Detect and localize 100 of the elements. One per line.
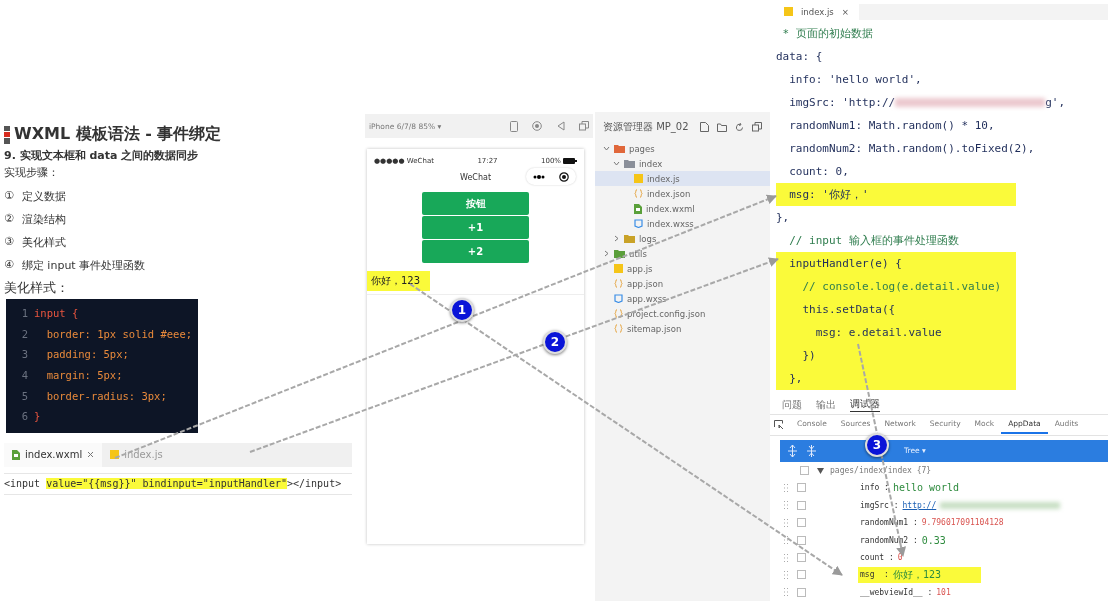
drag-handle-icon[interactable] bbox=[784, 501, 789, 510]
chevron-icon[interactable] bbox=[603, 145, 610, 152]
file-tree-item[interactable]: logs bbox=[595, 231, 770, 246]
code-line: * 页面的初始数据 bbox=[781, 25, 873, 42]
checkbox[interactable] bbox=[797, 500, 806, 510]
collapse-icon[interactable] bbox=[752, 122, 762, 132]
refresh-icon[interactable] bbox=[735, 122, 744, 132]
step-text: 美化样式 bbox=[21, 235, 66, 250]
phone-icon[interactable] bbox=[510, 120, 518, 132]
file-tree-item[interactable]: index bbox=[595, 156, 770, 171]
close-icon[interactable]: × bbox=[841, 6, 849, 17]
step-number: ② bbox=[4, 212, 14, 227]
checkbox[interactable] bbox=[797, 587, 806, 597]
checkbox[interactable] bbox=[797, 518, 806, 528]
text-input[interactable]: 你好，123 bbox=[367, 271, 431, 291]
braces-icon bbox=[614, 324, 623, 333]
js-file-icon bbox=[614, 264, 623, 273]
code-line: // input 输入框的事件处理函数 bbox=[788, 232, 959, 249]
code-line: data: { bbox=[776, 48, 823, 65]
folder-icon bbox=[624, 234, 635, 243]
step-text: 渲染结构 bbox=[21, 212, 66, 227]
inspect-icon[interactable] bbox=[774, 419, 784, 430]
line-number: 4 bbox=[20, 369, 29, 382]
folder-icon bbox=[614, 144, 625, 153]
line-number: 3 bbox=[20, 348, 29, 361]
editor-tab[interactable]: index.js × bbox=[770, 4, 859, 20]
data-entry: count : 0 bbox=[859, 552, 904, 563]
editor-tab[interactable]: index.wxml bbox=[4, 442, 103, 467]
action-button[interactable]: +1 bbox=[422, 216, 529, 239]
drag-handle-icon[interactable] bbox=[784, 518, 789, 527]
file-tree-item[interactable]: pages bbox=[595, 141, 770, 156]
step-number: ③ bbox=[4, 235, 14, 250]
code-line: imgSrc: 'http:// g', bbox=[788, 94, 1066, 111]
chevron-icon[interactable] bbox=[613, 160, 620, 167]
file-tree-item[interactable]: sitemap.json bbox=[595, 321, 770, 336]
data-entry: randomNum2 : 0.33 bbox=[859, 533, 947, 547]
collapse-icon[interactable] bbox=[807, 444, 816, 457]
drag-handle-icon[interactable] bbox=[784, 570, 789, 579]
chevron-icon[interactable] bbox=[603, 250, 610, 257]
code-line: margin: 5px; bbox=[45, 369, 123, 382]
data-entry: randomNum1 : 9.796017091104128 bbox=[859, 517, 1005, 529]
new-file-icon[interactable] bbox=[700, 122, 709, 132]
record-icon[interactable] bbox=[532, 121, 542, 131]
checkbox[interactable] bbox=[797, 570, 806, 580]
close-circle-icon[interactable] bbox=[559, 171, 569, 182]
section-heading: 9. 实现文本框和 data 之间的数据同步 bbox=[4, 148, 200, 163]
action-button[interactable]: 按钮 bbox=[422, 192, 529, 215]
checkbox[interactable] bbox=[800, 466, 809, 476]
chevron-icon[interactable] bbox=[613, 235, 620, 242]
css-file-icon bbox=[634, 219, 643, 228]
file-tree-item[interactable]: project.config.json bbox=[595, 306, 770, 321]
drag-handle-icon[interactable] bbox=[784, 553, 789, 562]
drag-handle-icon[interactable] bbox=[784, 483, 789, 492]
close-icon[interactable] bbox=[87, 451, 95, 459]
code-line: randomNum2: Math.random().toFixed(2), bbox=[788, 140, 1035, 157]
file-tree-item[interactable]: app.wxss bbox=[595, 291, 770, 306]
file-tree-item[interactable]: index.wxml bbox=[595, 201, 770, 216]
line-number: 2 bbox=[20, 327, 29, 340]
file-tree-item[interactable]: utils bbox=[595, 246, 770, 261]
data-root: pages/index/index {7} bbox=[830, 466, 932, 476]
code-line: padding: 5px; bbox=[45, 348, 129, 361]
data-entry: info : hello world bbox=[859, 481, 961, 495]
checkbox[interactable] bbox=[797, 535, 806, 545]
checkbox[interactable] bbox=[797, 553, 806, 562]
action-button[interactable]: +2 bbox=[422, 240, 529, 263]
steps-label: 实现步骤： bbox=[4, 165, 60, 180]
folder-icon bbox=[624, 159, 635, 168]
capsule-button[interactable] bbox=[526, 168, 576, 185]
file-tree-item[interactable]: index.wxss bbox=[595, 216, 770, 231]
data-entry: imgSrc : http:// bbox=[858, 499, 1101, 511]
file-tree-item[interactable]: index.json bbox=[595, 186, 770, 201]
code-line: } bbox=[34, 410, 41, 423]
step-badge: 3 bbox=[865, 433, 889, 457]
windows-icon[interactable] bbox=[579, 121, 589, 131]
code-line: border-radius: 3px; bbox=[45, 389, 167, 402]
js-file-icon bbox=[110, 450, 120, 460]
panel-tab[interactable]: 输出 bbox=[816, 397, 836, 412]
more-icon[interactable] bbox=[533, 174, 545, 179]
braces-icon bbox=[614, 279, 623, 288]
line-number: 5 bbox=[20, 389, 29, 402]
drag-handle-icon[interactable] bbox=[784, 536, 789, 545]
panel-tab[interactable]: 问题 bbox=[782, 397, 802, 412]
line-number: 1 bbox=[20, 307, 29, 320]
expand-icon[interactable] bbox=[788, 444, 797, 457]
js-file-icon bbox=[634, 174, 643, 183]
line-number: 6 bbox=[20, 410, 29, 423]
file-tree-item[interactable]: app.json bbox=[595, 276, 770, 291]
battery-icon bbox=[563, 158, 577, 164]
code-line: count: 0, bbox=[788, 163, 849, 180]
file-tree-item[interactable]: app.js bbox=[595, 261, 770, 276]
speaker-icon[interactable] bbox=[556, 121, 565, 131]
document-icon bbox=[12, 449, 20, 460]
expand-triangle-icon[interactable] bbox=[817, 467, 824, 474]
drag-handle-icon[interactable] bbox=[784, 588, 789, 597]
folder-icon bbox=[614, 249, 625, 258]
checkbox[interactable] bbox=[797, 483, 806, 493]
new-folder-icon[interactable] bbox=[717, 122, 727, 132]
file-tree-item[interactable]: index.js bbox=[595, 171, 770, 186]
style-label: 美化样式： bbox=[4, 279, 70, 297]
step-number: ① bbox=[4, 189, 14, 204]
